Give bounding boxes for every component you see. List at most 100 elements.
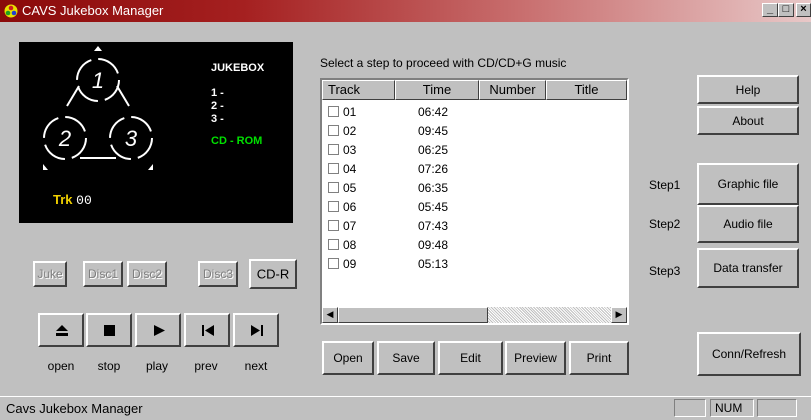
next-button[interactable] bbox=[233, 313, 279, 347]
track-number-cell: 03 bbox=[343, 143, 357, 157]
left-arrow-icon: ◀ bbox=[326, 309, 334, 319]
edit-button[interactable]: Edit bbox=[438, 341, 503, 375]
track-label: Trk bbox=[53, 192, 73, 207]
table-row[interactable]: 06 05:45 bbox=[326, 199, 616, 215]
track-number-cell: 04 bbox=[343, 162, 357, 176]
step3-label: Step3 bbox=[649, 264, 681, 278]
cdr-button[interactable]: CD-R bbox=[249, 259, 297, 289]
horizontal-scrollbar[interactable]: ◀ ▶ bbox=[322, 307, 627, 323]
play-label: play bbox=[145, 359, 168, 373]
stop-icon bbox=[104, 325, 115, 336]
open-file-button[interactable]: Open bbox=[322, 341, 374, 375]
track-checkbox[interactable] bbox=[328, 220, 339, 231]
save-button[interactable]: Save bbox=[377, 341, 435, 375]
track-number-cell: 06 bbox=[343, 200, 357, 214]
table-row[interactable]: 09 05:13 bbox=[326, 256, 616, 272]
print-button[interactable]: Print bbox=[569, 341, 629, 375]
track-number-cell: 02 bbox=[343, 124, 357, 138]
track-time-cell: 09:48 bbox=[418, 238, 449, 252]
track-number-cell: 08 bbox=[343, 238, 357, 252]
column-header-time[interactable]: Time bbox=[395, 80, 479, 100]
app-icon bbox=[4, 4, 18, 18]
column-header-title[interactable]: Title bbox=[546, 80, 627, 100]
track-number-cell: 01 bbox=[343, 105, 357, 119]
help-button[interactable]: Help bbox=[697, 75, 799, 104]
table-row[interactable]: 03 06:25 bbox=[326, 142, 616, 158]
disc-1-number: 1 bbox=[92, 68, 104, 93]
audio-file-button[interactable]: Audio file bbox=[697, 205, 799, 243]
jukebox-display: 1 2 3 JUKEBOX 1 - 2 - 3 - CD - ROM Trk 0… bbox=[19, 42, 293, 223]
track-time-cell: 05:13 bbox=[418, 257, 449, 271]
track-checkbox[interactable] bbox=[328, 144, 339, 155]
scroll-track[interactable] bbox=[488, 307, 611, 323]
disc3-button[interactable]: Disc3 bbox=[198, 261, 238, 287]
disc2-button[interactable]: Disc2 bbox=[127, 261, 167, 287]
track-list[interactable]: Track Time Number Title 01 06:42 02 09:45 03… bbox=[320, 78, 629, 325]
slot-3-status: 3 - bbox=[211, 113, 224, 125]
table-row[interactable]: 01 06:42 bbox=[326, 104, 616, 120]
track-checkbox[interactable] bbox=[328, 106, 339, 117]
table-row[interactable]: 02 09:45 bbox=[326, 123, 616, 139]
track-time-cell: 09:45 bbox=[418, 124, 449, 138]
minimize-icon: _ bbox=[766, 3, 774, 15]
track-time-cell: 06:25 bbox=[418, 143, 449, 157]
status-bar: Cavs Jukebox Manager NUM bbox=[0, 396, 811, 420]
track-checkbox[interactable] bbox=[328, 125, 339, 136]
conn-refresh-button[interactable]: Conn/Refresh bbox=[697, 332, 801, 376]
instruction-text: Select a step to proceed with CD/CD+G mu… bbox=[320, 56, 567, 70]
status-pane-1 bbox=[674, 399, 706, 417]
track-checkbox[interactable] bbox=[328, 163, 339, 174]
eject-icon bbox=[56, 325, 68, 336]
minimize-button[interactable]: _ bbox=[762, 3, 778, 17]
graphic-file-button[interactable]: Graphic file bbox=[697, 163, 799, 205]
next-label: next bbox=[244, 359, 268, 373]
play-icon bbox=[154, 325, 165, 336]
track-time-cell: 07:43 bbox=[418, 219, 449, 233]
table-row[interactable]: 05 06:35 bbox=[326, 180, 616, 196]
prev-button[interactable] bbox=[184, 313, 230, 347]
prev-label: prev bbox=[194, 359, 218, 373]
scroll-thumb[interactable] bbox=[338, 307, 488, 323]
column-header-number[interactable]: Number bbox=[479, 80, 546, 100]
preview-button[interactable]: Preview bbox=[505, 341, 566, 375]
stop-button[interactable] bbox=[86, 313, 132, 347]
prev-track-icon bbox=[202, 325, 214, 336]
disc1-button[interactable]: Disc1 bbox=[83, 261, 123, 287]
table-row[interactable]: 07 07:43 bbox=[326, 218, 616, 234]
track-checkbox[interactable] bbox=[328, 239, 339, 250]
slot-1-status: 1 - bbox=[211, 87, 224, 99]
disc-3-number: 3 bbox=[125, 126, 138, 151]
next-track-icon bbox=[251, 325, 263, 336]
maximize-button[interactable]: □ bbox=[778, 3, 794, 17]
title-bar[interactable]: CAVS Jukebox Manager _ □ × bbox=[0, 0, 811, 22]
window-title: CAVS Jukebox Manager bbox=[22, 3, 164, 18]
status-pane-3 bbox=[757, 399, 797, 417]
table-row[interactable]: 04 07:26 bbox=[326, 161, 616, 177]
table-row[interactable]: 08 09:48 bbox=[326, 237, 616, 253]
maximize-icon: □ bbox=[782, 3, 790, 15]
transport-controls bbox=[38, 313, 282, 351]
column-header-track[interactable]: Track bbox=[322, 80, 395, 100]
track-time-cell: 06:42 bbox=[418, 105, 449, 119]
juke-button[interactable]: Juke bbox=[33, 261, 67, 287]
track-checkbox[interactable] bbox=[328, 201, 339, 212]
stop-label: stop bbox=[97, 359, 121, 373]
track-checkbox[interactable] bbox=[328, 182, 339, 193]
track-rows: 01 06:42 02 09:45 03 06:25 04 07:26 05 06:35 06 05:… bbox=[322, 102, 627, 307]
scroll-left-button[interactable]: ◀ bbox=[322, 307, 338, 323]
right-arrow-icon: ▶ bbox=[615, 309, 623, 319]
track-time-cell: 07:26 bbox=[418, 162, 449, 176]
close-button[interactable]: × bbox=[796, 3, 811, 17]
data-transfer-button[interactable]: Data transfer bbox=[697, 248, 799, 288]
track-time-cell: 05:45 bbox=[418, 200, 449, 214]
track-number-cell: 05 bbox=[343, 181, 357, 195]
scroll-right-button[interactable]: ▶ bbox=[611, 307, 627, 323]
close-icon: × bbox=[800, 3, 807, 15]
track-checkbox[interactable] bbox=[328, 258, 339, 269]
open-button[interactable] bbox=[38, 313, 84, 347]
about-button[interactable]: About bbox=[697, 106, 799, 135]
track-number: 00 bbox=[76, 193, 92, 208]
play-button[interactable] bbox=[135, 313, 181, 347]
drive-mode: CD - ROM bbox=[211, 135, 263, 147]
open-label: open bbox=[47, 359, 75, 373]
